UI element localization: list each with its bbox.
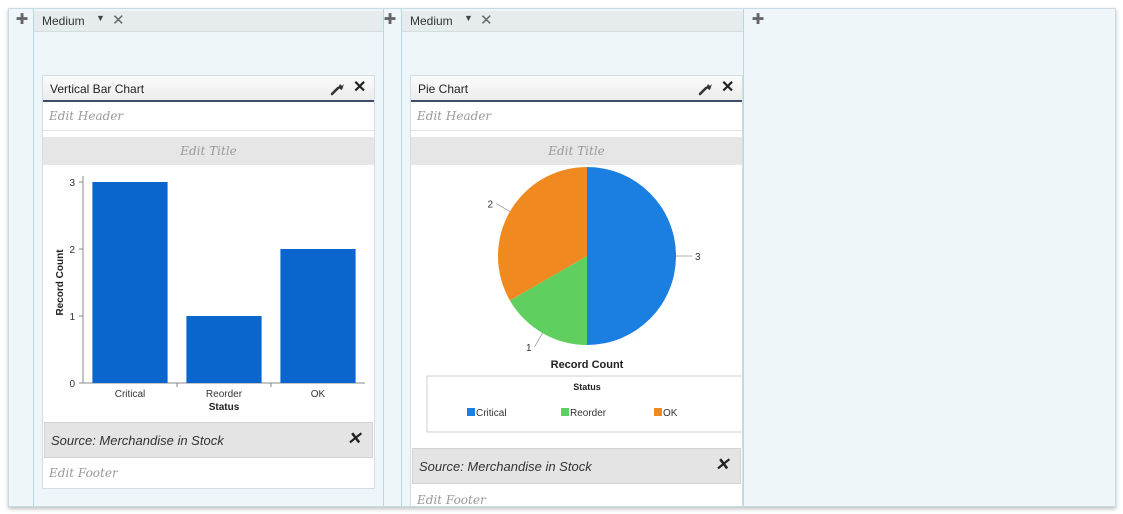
edit-title[interactable]: Edit Title <box>411 137 742 165</box>
legend-label: Critical <box>476 408 507 419</box>
legend-swatch-reorder <box>561 408 569 416</box>
pie-chart: 3 1 2 Record Count Status Critical Reorder OK <box>426 167 742 433</box>
column-divider <box>743 9 744 506</box>
column-2-header: Medium ▼ ✕ <box>402 11 743 32</box>
wrench-icon[interactable] <box>329 79 347 97</box>
legend-label: OK <box>663 408 678 419</box>
legend-swatch-ok <box>654 408 662 416</box>
bar-ok <box>280 249 356 383</box>
slice-value-label: 3 <box>695 252 701 263</box>
column-divider <box>383 9 384 506</box>
close-icon[interactable]: ✕ <box>480 11 493 29</box>
panel-title-bar: Vertical Bar Chart ✕ <box>43 76 374 102</box>
close-icon[interactable]: ✕ <box>715 455 729 475</box>
y-tick-label: 1 <box>69 312 75 323</box>
column-divider <box>33 9 34 506</box>
dashboard-canvas: ✚ Medium ▼ ✕ ✚ Medium ▼ ✕ ✚ Vertical Bar… <box>8 8 1116 507</box>
close-icon[interactable]: ✕ <box>353 77 366 97</box>
y-tick-label: 3 <box>69 178 75 189</box>
pie-slice-critical <box>587 167 676 345</box>
panel-title-bar: Pie Chart ✕ <box>411 76 742 102</box>
close-icon[interactable]: ✕ <box>721 77 734 97</box>
legend-label: Reorder <box>570 408 607 419</box>
slice-label-leader <box>495 203 511 212</box>
slice-value-label: 2 <box>488 200 494 211</box>
y-tick-label: 2 <box>69 245 75 256</box>
bar-reorder <box>186 316 262 383</box>
panel-title: Vertical Bar Chart <box>50 82 145 96</box>
add-column-plus-icon[interactable]: ✚ <box>379 9 401 31</box>
legend-title: Status <box>573 382 601 392</box>
source-bar: Source: Merchandise in Stock ✕ <box>412 448 741 484</box>
column-size-label[interactable]: Medium <box>410 14 453 28</box>
caret-down-icon[interactable]: ▼ <box>96 13 105 23</box>
edit-header[interactable]: Edit Header <box>43 102 374 131</box>
y-axis-title: Record Count <box>55 249 66 316</box>
column-1-header: Medium ▼ ✕ <box>34 11 383 32</box>
x-tick-label: Reorder <box>206 389 243 400</box>
source-label: Source: Merchandise in Stock <box>419 459 592 474</box>
legend-swatch-critical <box>467 408 475 416</box>
add-column-plus-icon[interactable]: ✚ <box>11 9 33 31</box>
x-axis-title: Status <box>209 402 240 413</box>
close-icon[interactable]: ✕ <box>347 429 361 449</box>
panel-title: Pie Chart <box>418 82 469 96</box>
edit-footer[interactable]: Edit Footer <box>43 459 374 487</box>
pie-measure-label: Record Count <box>551 359 624 371</box>
column-divider <box>401 9 402 506</box>
edit-footer[interactable]: Edit Footer <box>411 486 742 506</box>
caret-down-icon[interactable]: ▼ <box>464 13 473 23</box>
x-tick-label: OK <box>311 389 326 400</box>
slice-value-label: 1 <box>526 343 532 354</box>
slice-label-leader <box>534 332 543 348</box>
close-icon[interactable]: ✕ <box>112 11 125 29</box>
y-tick-label: 0 <box>69 379 75 390</box>
vertical-bar-chart: 0 1 2 3 Critical Reorder OK Status Record Count <box>55 176 365 413</box>
source-label: Source: Merchandise in Stock <box>51 433 224 448</box>
pie-chart-panel: Pie Chart ✕ Edit Header Edit Title 3 1 2 Re… <box>410 75 743 506</box>
bar-chart-panel: Vertical Bar Chart ✕ Edit Header Edit Ti… <box>42 75 375 489</box>
bar-critical <box>92 182 168 383</box>
edit-title[interactable]: Edit Title <box>43 137 374 165</box>
x-tick-label: Critical <box>115 389 146 400</box>
wrench-icon[interactable] <box>697 79 715 97</box>
column-size-label[interactable]: Medium <box>42 14 85 28</box>
source-bar: Source: Merchandise in Stock ✕ <box>44 422 373 458</box>
edit-header[interactable]: Edit Header <box>411 102 742 131</box>
add-column-plus-icon[interactable]: ✚ <box>747 9 769 31</box>
